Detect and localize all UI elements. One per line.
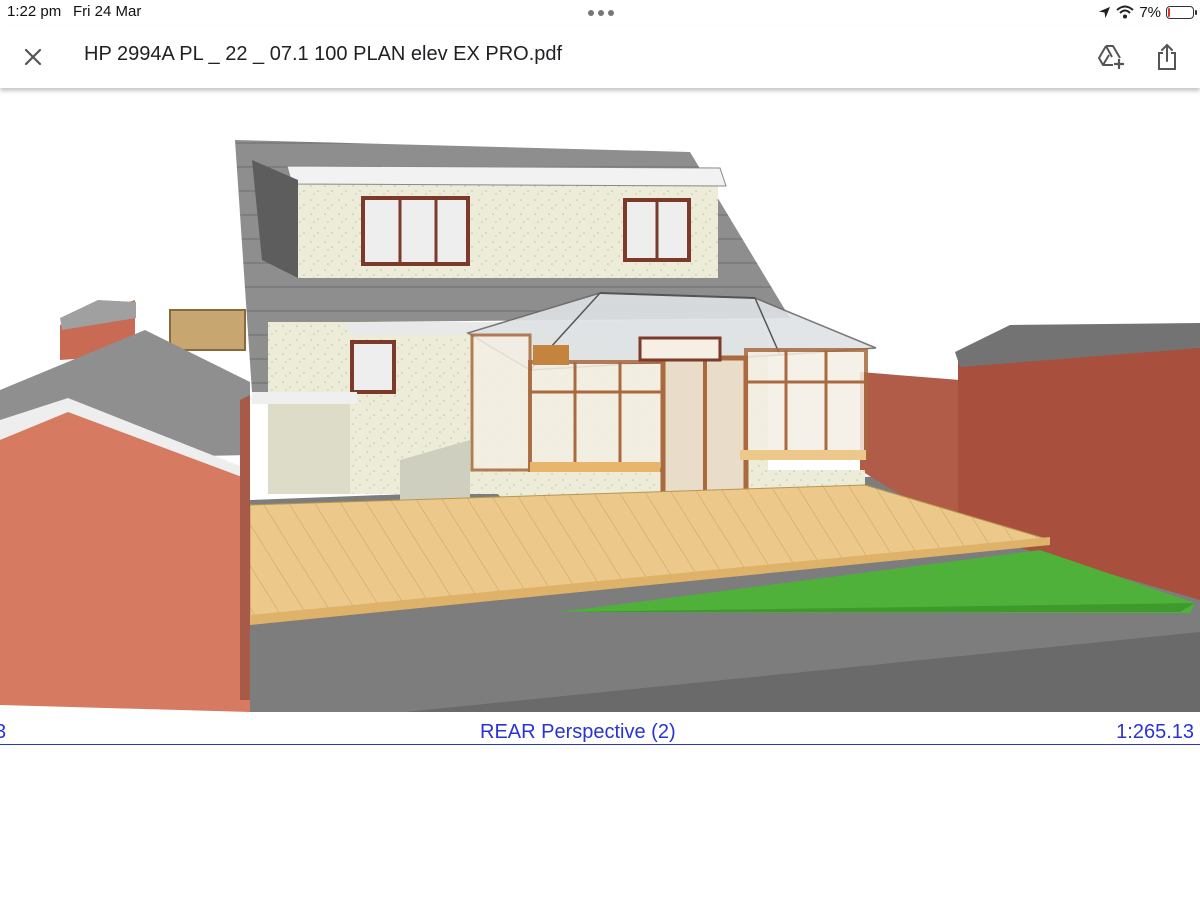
rear-perspective-drawing bbox=[0, 90, 1200, 715]
multitasking-dots-icon[interactable] bbox=[586, 8, 616, 18]
battery-level bbox=[1168, 7, 1170, 17]
document-title: HP 2994A PL _ 22 _ 07.1 100 PLAN elev EX… bbox=[84, 43, 563, 65]
status-time: 1:22 pm bbox=[7, 3, 62, 20]
close-icon bbox=[24, 48, 42, 66]
share-button[interactable] bbox=[1150, 40, 1184, 74]
status-date: Fri 24 Mar bbox=[73, 3, 142, 20]
dormer-window-left bbox=[361, 196, 470, 266]
garden-gate bbox=[169, 309, 246, 351]
caption-view-title: REAR Perspective (2) bbox=[480, 721, 676, 743]
battery-percent: 7% bbox=[1139, 3, 1161, 21]
status-bar: 1:22 pm Fri 24 Mar 7% bbox=[0, 0, 1200, 26]
status-indicators: 7% bbox=[1098, 2, 1197, 22]
pdf-viewer-toolbar: HP 2994A PL _ 22 _ 07.1 100 PLAN elev EX… bbox=[0, 26, 1200, 88]
battery-icon bbox=[1166, 5, 1197, 19]
close-button[interactable] bbox=[18, 42, 48, 72]
conservatory-front-right bbox=[744, 348, 868, 460]
caption-scale: 1:265.13 bbox=[1116, 721, 1194, 743]
add-to-drive-button[interactable] bbox=[1094, 40, 1128, 74]
caption-sheet-number: 3 bbox=[0, 721, 7, 743]
add-to-drive-icon bbox=[1098, 45, 1124, 69]
conservatory-front-left bbox=[528, 360, 667, 472]
wifi-icon bbox=[1116, 5, 1134, 19]
location-icon bbox=[1099, 6, 1111, 18]
drawing-caption-row: 3 REAR Perspective (2) 1:265.13 bbox=[0, 718, 1200, 745]
share-icon bbox=[1158, 43, 1176, 70]
